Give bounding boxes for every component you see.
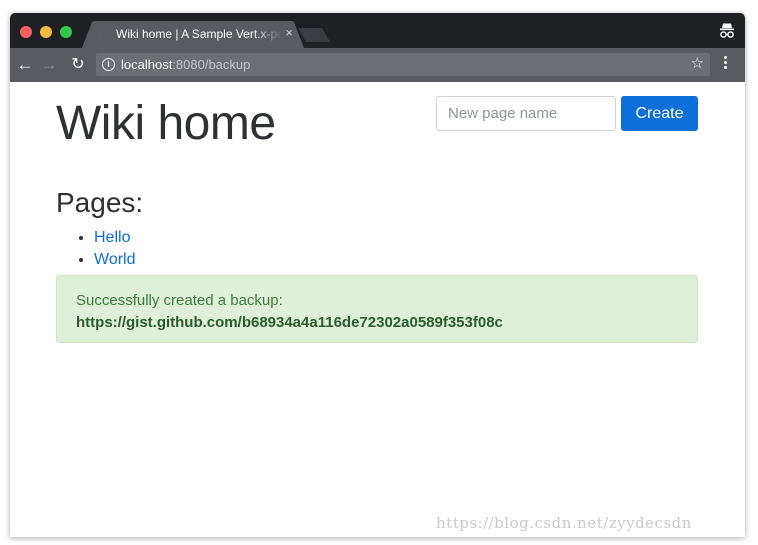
url-text[interactable]: localhost:8080/backup (121, 57, 250, 72)
browser-window: Wiki home | A Sample Vert.x-powered × ← … (10, 13, 745, 537)
kebab-menu-icon[interactable] (722, 56, 728, 74)
alert-message: Successfully created a backup: (76, 292, 283, 309)
address-bar[interactable]: i localhost:8080/backup ☆ (96, 53, 710, 76)
arrow-left-icon[interactable]: ← (14, 54, 36, 76)
page-link-hello[interactable]: Hello (94, 229, 130, 246)
tab-strip: Wiki home | A Sample Vert.x-powered × (10, 13, 745, 48)
list-item: World (94, 249, 136, 271)
browser-toolbar: ← → ↻ i localhost:8080/backup ☆ (10, 48, 745, 82)
page-link-world[interactable]: World (94, 251, 136, 268)
page-icon (100, 29, 110, 41)
url-host: localhost (121, 57, 173, 72)
incognito-icon (720, 23, 734, 38)
minimize-window-button[interactable] (40, 26, 52, 38)
pages-list: Hello World (56, 227, 136, 271)
create-button[interactable]: Create (621, 96, 698, 131)
gist-url: https://gist.github.com/b68934a4a116de72… (76, 314, 503, 331)
pages-heading: Pages: (56, 187, 144, 218)
maximize-window-button[interactable] (60, 26, 72, 38)
page-content: Wiki home Create Pages: Hello World Succ… (10, 82, 745, 537)
new-tab-button[interactable] (298, 28, 330, 42)
page-title: Wiki home (56, 97, 276, 150)
tab-close-icon[interactable]: × (282, 25, 296, 41)
watermark-text: https://blog.csdn.net/zyydecsdn (436, 514, 692, 532)
tab-wiki-home[interactable]: Wiki home | A Sample Vert.x-powered × (82, 21, 304, 48)
success-alert: Successfully created a backup: https://g… (56, 275, 698, 343)
arrow-right-icon[interactable]: → (38, 54, 60, 76)
close-window-button[interactable] (20, 26, 32, 38)
tab-title: Wiki home | A Sample Vert.x-powered (116, 27, 282, 41)
new-page-name-input[interactable] (436, 96, 616, 131)
list-item: Hello (94, 227, 136, 249)
star-icon[interactable]: ☆ (691, 55, 704, 73)
info-icon[interactable]: i (102, 58, 115, 71)
url-path: :8080/backup (172, 57, 251, 72)
reload-icon[interactable]: ↻ (67, 54, 89, 76)
